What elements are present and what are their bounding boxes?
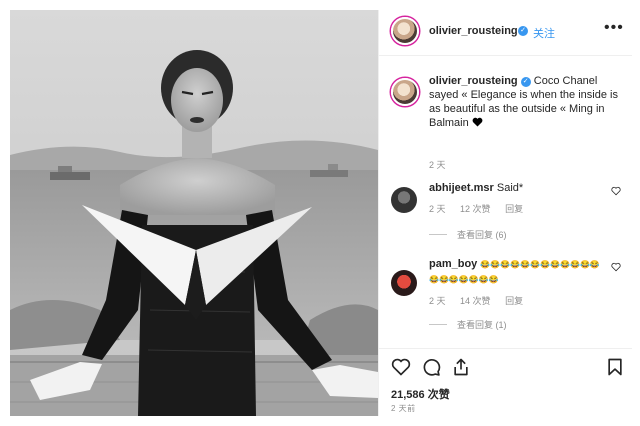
comment-text-block: abhijeet.msr Said* xyxy=(429,181,605,195)
comment-likes[interactable]: 14 次赞 xyxy=(460,296,491,306)
author-avatar[interactable] xyxy=(391,17,419,45)
commenter-avatar[interactable] xyxy=(391,187,417,213)
like-comment-icon[interactable] xyxy=(611,262,621,272)
comment-username[interactable]: pam_boy xyxy=(429,258,477,270)
like-comment-icon[interactable] xyxy=(611,186,621,196)
heart-outline-icon[interactable] xyxy=(391,357,411,377)
follow-button[interactable]: 关注 xyxy=(533,25,555,41)
comment-time: 2 天 xyxy=(429,296,446,306)
replies-divider xyxy=(429,234,447,235)
post-timestamp: 2 天前 xyxy=(391,404,416,413)
author-username[interactable]: olivier_rousteing xyxy=(429,25,518,37)
replies-divider xyxy=(429,324,447,325)
comment-text: Said* xyxy=(496,182,524,194)
comment-meta: 2 天 12 次赞 回复 xyxy=(429,202,535,215)
share-icon[interactable] xyxy=(451,357,471,377)
likes-count[interactable]: 21,586 次赞 xyxy=(391,386,450,402)
view-replies-label: 查看回复 (1) xyxy=(457,320,507,330)
caption-time: 2 天 xyxy=(429,160,446,170)
black-heart-icon xyxy=(472,117,483,127)
reply-button[interactable]: 回复 xyxy=(505,296,523,306)
post-side-panel: olivier_rousteing ✓ 关注 ••• olivier_roust… xyxy=(378,10,632,416)
comment-username[interactable]: abhijeet.msr xyxy=(429,182,494,194)
model-in-balmain-photo xyxy=(10,10,378,416)
view-replies-label: 查看回复 (6) xyxy=(457,230,507,240)
caption-username[interactable]: olivier_rousteing xyxy=(429,75,518,87)
bookmark-icon[interactable] xyxy=(605,357,625,377)
caption-author-avatar[interactable] xyxy=(391,78,419,106)
post-header: olivier_rousteing ✓ 关注 ••• xyxy=(379,10,632,56)
comment-icon[interactable] xyxy=(421,357,441,377)
comment-likes[interactable]: 12 次赞 xyxy=(460,204,491,214)
post-photo[interactable] xyxy=(10,10,378,416)
reply-button[interactable]: 回复 xyxy=(505,204,523,214)
comment-text-block: pam_boy 😂😂😂😂😂😂😂😂😂😂😂😂😂😂😂😂😂😂😂 xyxy=(429,257,605,287)
commenter-avatar[interactable] xyxy=(391,270,417,296)
comment-meta: 2 天 14 次赞 回复 xyxy=(429,294,535,307)
instagram-post: olivier_rousteing ✓ 关注 ••• olivier_roust… xyxy=(0,0,640,426)
more-options-icon[interactable]: ••• xyxy=(604,19,624,37)
view-replies-button[interactable]: 查看回复 (1) xyxy=(429,318,507,331)
comment-time: 2 天 xyxy=(429,204,446,214)
view-replies-button[interactable]: 查看回复 (6) xyxy=(429,228,507,241)
verified-badge-icon: ✓ xyxy=(520,77,531,87)
post-actions: 21,586 次赞 2 天前 xyxy=(379,348,632,416)
comments-section[interactable]: olivier_rousteing ✓ Coco Chanel sayed « … xyxy=(379,57,632,347)
verified-badge-icon: ✓ xyxy=(518,26,528,36)
caption-text-block: olivier_rousteing ✓ Coco Chanel sayed « … xyxy=(429,74,625,130)
